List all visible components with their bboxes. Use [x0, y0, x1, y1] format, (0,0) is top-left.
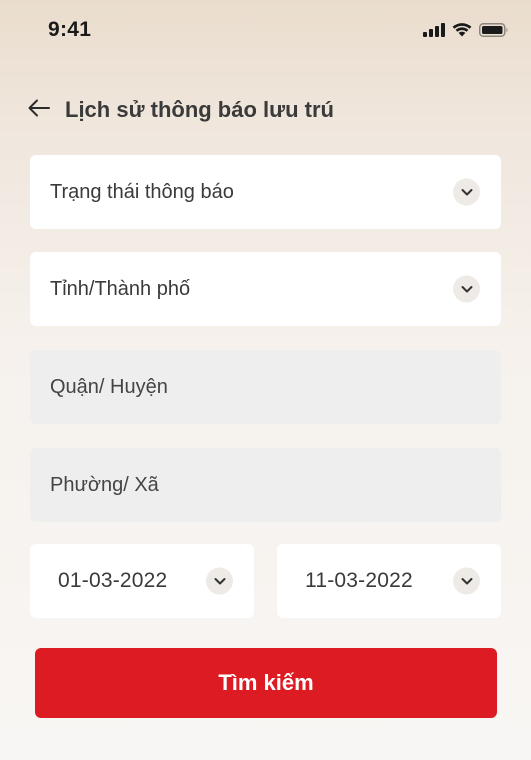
ward-placeholder: Phường/ Xã: [50, 473, 159, 496]
page-title: Lịch sử thông báo lưu trú: [65, 97, 334, 122]
wifi-icon: [452, 22, 472, 42]
ward-select[interactable]: Phường/ Xã: [30, 448, 501, 522]
from-date-picker[interactable]: 01-03-2022: [30, 544, 254, 618]
district-select[interactable]: Quận/ Huyện: [30, 350, 501, 424]
district-placeholder: Quận/ Huyện: [50, 375, 168, 398]
status-bar: 9:41: [0, 0, 531, 60]
search-button[interactable]: Tìm kiếm: [35, 648, 497, 718]
chevron-down-icon: [453, 275, 480, 303]
to-date-picker[interactable]: 11-03-2022: [277, 544, 501, 618]
arrow-left-icon: [28, 99, 50, 122]
province-placeholder: Tỉnh/Thành phố: [50, 277, 191, 300]
battery-icon: [479, 22, 509, 42]
header: Lịch sử thông báo lưu trú: [26, 92, 334, 128]
from-date-value: 01-03-2022: [58, 569, 168, 592]
to-date-value: 11-03-2022: [305, 569, 413, 592]
cellular-signal-icon: [423, 22, 445, 42]
chevron-down-icon: [453, 567, 480, 595]
notification-status-placeholder: Trạng thái thông báo: [50, 180, 234, 203]
notification-status-select[interactable]: Trạng thái thông báo: [30, 155, 501, 229]
status-time: 9:41: [48, 18, 92, 41]
chevron-down-icon: [206, 567, 233, 595]
back-button[interactable]: [26, 97, 52, 123]
status-icons: [423, 22, 509, 42]
chevron-down-icon: [453, 178, 480, 206]
province-select[interactable]: Tỉnh/Thành phố: [30, 252, 501, 326]
